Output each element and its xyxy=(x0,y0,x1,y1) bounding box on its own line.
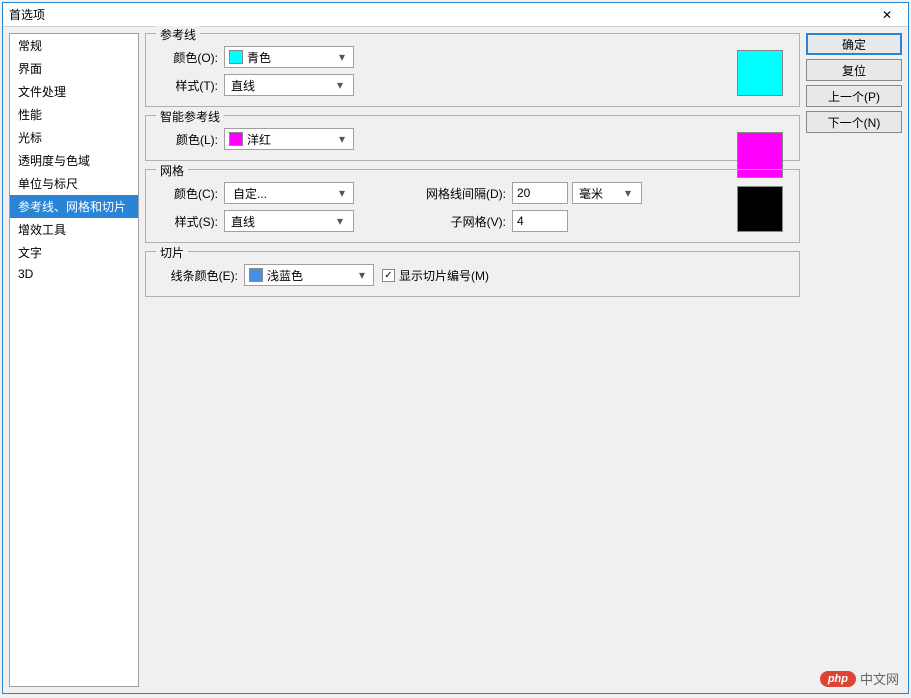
checkbox-icon: ✓ xyxy=(382,269,395,282)
grid-color-value: 自定... xyxy=(229,185,335,202)
color-swatch-icon xyxy=(229,132,243,146)
guides-color-select[interactable]: 青色 ▾ xyxy=(224,46,354,68)
chevron-down-icon: ▾ xyxy=(621,186,635,200)
chevron-down-icon: ▾ xyxy=(335,50,349,64)
smart-guides-color-select[interactable]: 洋红 ▾ xyxy=(224,128,354,150)
window-title: 首选项 xyxy=(9,6,872,23)
reset-button[interactable]: 复位 xyxy=(806,59,902,81)
grid-spacing-input[interactable] xyxy=(512,182,568,204)
slices-group: 切片 线条颜色(E): 浅蓝色 ▾ ✓ 显示切片编号(M) xyxy=(145,251,800,297)
smart-guides-legend: 智能参考线 xyxy=(156,108,224,125)
sidebar-item-general[interactable]: 常规 xyxy=(10,34,138,57)
sidebar-item-interface[interactable]: 界面 xyxy=(10,57,138,80)
settings-panel: 参考线 颜色(O): 青色 ▾ 样式(T): 直线 ▾ xyxy=(145,33,800,687)
guides-style-select[interactable]: 直线 ▾ xyxy=(224,74,354,96)
grid-subdiv-label: 子网格(V): xyxy=(416,213,512,230)
grid-legend: 网格 xyxy=(156,162,188,179)
guides-style-value: 直线 xyxy=(231,77,333,94)
grid-style-label: 样式(S): xyxy=(156,213,224,230)
guides-color-value: 青色 xyxy=(247,49,335,66)
slices-line-color-label: 线条颜色(E): xyxy=(156,267,244,284)
sidebar-item-transparency[interactable]: 透明度与色域 xyxy=(10,149,138,172)
chevron-down-icon: ▾ xyxy=(335,186,349,200)
watermark: php 中文网 xyxy=(820,669,899,688)
slices-legend: 切片 xyxy=(156,244,188,261)
grid-style-value: 直线 xyxy=(231,213,333,230)
prev-button[interactable]: 上一个(P) xyxy=(806,85,902,107)
smart-guides-color-label: 颜色(L): xyxy=(156,131,224,148)
sidebar-item-cursor[interactable]: 光标 xyxy=(10,126,138,149)
ok-button[interactable]: 确定 xyxy=(806,33,902,55)
sidebar-item-units[interactable]: 单位与标尺 xyxy=(10,172,138,195)
content-area: 常规 界面 文件处理 性能 光标 透明度与色域 单位与标尺 参考线、网格和切片 … xyxy=(3,27,908,693)
color-swatch-icon xyxy=(229,50,243,64)
guides-group: 参考线 颜色(O): 青色 ▾ 样式(T): 直线 ▾ xyxy=(145,33,800,107)
titlebar: 首选项 ✕ xyxy=(3,3,908,27)
sidebar-item-type[interactable]: 文字 xyxy=(10,241,138,264)
next-button[interactable]: 下一个(N) xyxy=(806,111,902,133)
show-slice-numbers-label: 显示切片编号(M) xyxy=(399,267,489,284)
chevron-down-icon: ▾ xyxy=(333,78,347,92)
color-swatch-icon xyxy=(249,268,263,282)
grid-spacing-label: 网格线间隔(D): xyxy=(416,185,512,202)
grid-color-preview[interactable] xyxy=(737,186,783,232)
guides-style-label: 样式(T): xyxy=(156,77,224,94)
slices-line-color-select[interactable]: 浅蓝色 ▾ xyxy=(244,264,374,286)
preferences-window: 首选项 ✕ 常规 界面 文件处理 性能 光标 透明度与色域 单位与标尺 参考线、… xyxy=(2,2,909,694)
chevron-down-icon: ▾ xyxy=(335,132,349,146)
sidebar-item-plugins[interactable]: 增效工具 xyxy=(10,218,138,241)
action-buttons: 确定 复位 上一个(P) 下一个(N) xyxy=(806,33,902,687)
guides-color-preview[interactable] xyxy=(737,50,783,96)
grid-spacing-unit-select[interactable]: 毫米 ▾ xyxy=(572,182,642,204)
sidebar-item-file-handling[interactable]: 文件处理 xyxy=(10,80,138,103)
smart-guides-group: 智能参考线 颜色(L): 洋红 ▾ xyxy=(145,115,800,161)
watermark-text: 中文网 xyxy=(860,669,899,688)
grid-color-select[interactable]: 自定... ▾ xyxy=(224,182,354,204)
grid-subdiv-input[interactable] xyxy=(512,210,568,232)
grid-color-label: 颜色(C): xyxy=(156,185,224,202)
category-sidebar: 常规 界面 文件处理 性能 光标 透明度与色域 单位与标尺 参考线、网格和切片 … xyxy=(9,33,139,687)
slices-line-color-value: 浅蓝色 xyxy=(267,267,355,284)
close-icon: ✕ xyxy=(882,8,892,22)
sidebar-item-3d[interactable]: 3D xyxy=(10,264,138,284)
close-button[interactable]: ✕ xyxy=(872,4,902,26)
chevron-down-icon: ▾ xyxy=(333,214,347,228)
watermark-badge: php xyxy=(820,671,856,687)
chevron-down-icon: ▾ xyxy=(355,268,369,282)
sidebar-item-performance[interactable]: 性能 xyxy=(10,103,138,126)
guides-legend: 参考线 xyxy=(156,26,200,43)
grid-group: 网格 颜色(C): 自定... ▾ 网格线间隔(D): 毫米 xyxy=(145,169,800,243)
grid-style-select[interactable]: 直线 ▾ xyxy=(224,210,354,232)
sidebar-item-guides-grid-slices[interactable]: 参考线、网格和切片 xyxy=(10,195,138,218)
grid-spacing-unit-value: 毫米 xyxy=(579,185,621,202)
smart-guides-color-value: 洋红 xyxy=(247,131,335,148)
show-slice-numbers-checkbox[interactable]: ✓ 显示切片编号(M) xyxy=(382,267,489,284)
guides-color-label: 颜色(O): xyxy=(156,49,224,66)
